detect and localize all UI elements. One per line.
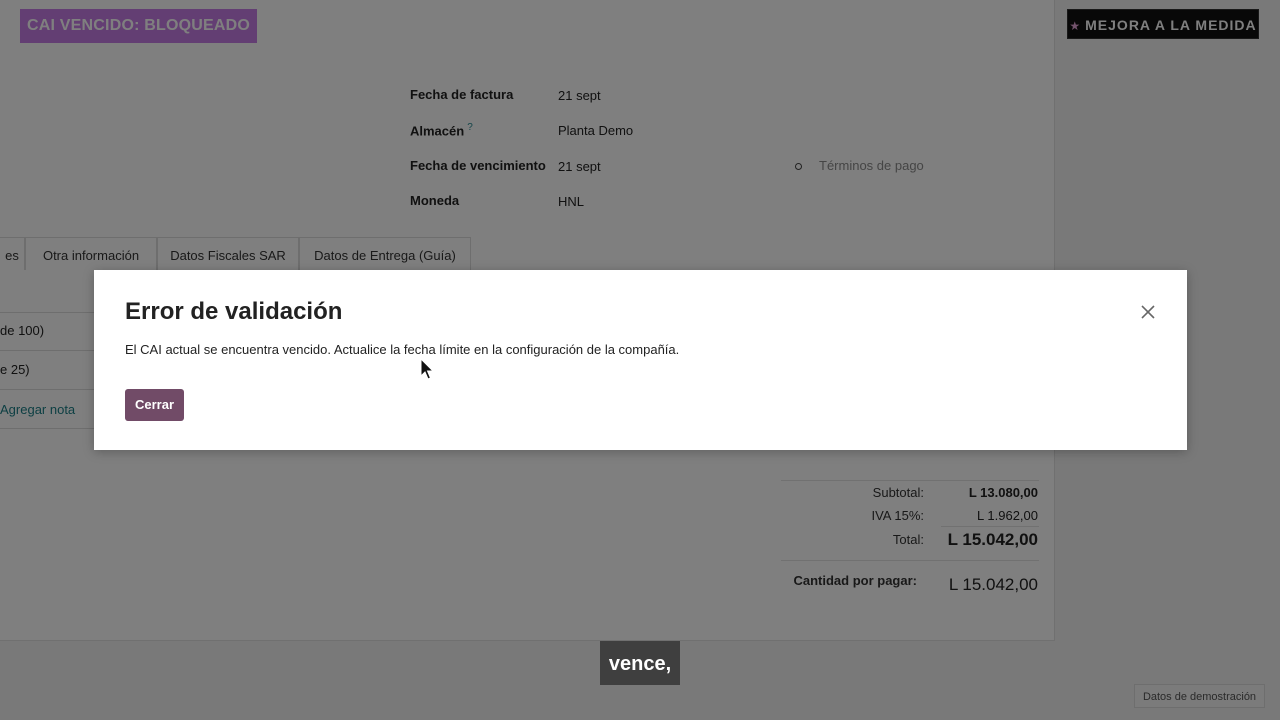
almacen-label-text: Almacén (410, 123, 465, 139)
field-label-moneda: Moneda (410, 193, 460, 208)
row-divider (0, 312, 96, 313)
iva-label: IVA 15%: (871, 508, 924, 523)
field-label-almacen: Almacén? (410, 122, 473, 138)
mouse-pointer-icon (420, 357, 435, 382)
star-icon: ★ (1069, 19, 1082, 33)
tab-otra-informacion[interactable]: Otra información (25, 237, 157, 270)
dialog-message: El CAI actual se encuentra vencido. Actu… (125, 342, 680, 357)
field-label-fecha-factura: Fecha de factura (410, 87, 514, 102)
total-value: L 15.042,00 (947, 530, 1038, 549)
field-value-fecha-factura[interactable]: 21 sept (558, 88, 601, 103)
payment-terms-field[interactable]: Términos de pago (795, 158, 924, 173)
field-value-fecha-vencimiento[interactable]: 21 sept (558, 159, 601, 174)
help-tooltip-icon[interactable]: ? (467, 122, 473, 133)
iva-value: L 1.962,00 (977, 508, 1038, 523)
total-divider (941, 526, 1039, 527)
field-value-almacen[interactable]: Planta Demo (558, 123, 633, 138)
payment-terms-placeholder: Términos de pago (819, 158, 924, 173)
radio-circle-icon (795, 163, 802, 171)
row-divider (0, 350, 96, 351)
field-label-fecha-vencimiento: Fecha de vencimiento (410, 158, 546, 173)
tab-lineas[interactable]: es (0, 237, 25, 270)
line-item[interactable]: de 100) (0, 323, 44, 338)
cai-status-banner: CAI VENCIDO: BLOQUEADO (20, 9, 258, 43)
tab-datos-fiscales-sar[interactable]: Datos Fiscales SAR (157, 237, 299, 270)
subtotal-label: Subtotal: (872, 485, 924, 500)
mejora-label: MEJORA A LA MEDIDA (1085, 17, 1257, 33)
close-button[interactable]: Cerrar (125, 389, 184, 421)
row-divider (0, 389, 96, 390)
total-label: Total: (892, 532, 924, 547)
totals-divider (781, 480, 1039, 481)
amount-due-label: Cantidad por pagar: (793, 573, 917, 588)
dialog-title: Error de validación (125, 298, 343, 325)
validation-error-dialog: Error de validación El CAI actual se enc… (94, 270, 1187, 450)
video-subtitle: vence, (600, 641, 680, 685)
line-item[interactable]: e 25) (0, 362, 30, 377)
demo-data-badge: Datos de demostración (1134, 684, 1265, 708)
mejora-badge: ★ MEJORA A LA MEDIDA (1067, 9, 1259, 39)
tab-datos-entrega[interactable]: Datos de Entrega (Guía) (299, 237, 471, 270)
amount-due-value: L 15.042,00 (948, 575, 1038, 594)
subtotal-value: L 13.080,00 (968, 485, 1038, 500)
row-divider (0, 428, 96, 429)
add-note-link[interactable]: Agregar nota (0, 402, 75, 417)
totals-divider (781, 560, 1039, 561)
close-icon[interactable] (1137, 301, 1159, 323)
field-value-moneda[interactable]: HNL (558, 194, 584, 209)
